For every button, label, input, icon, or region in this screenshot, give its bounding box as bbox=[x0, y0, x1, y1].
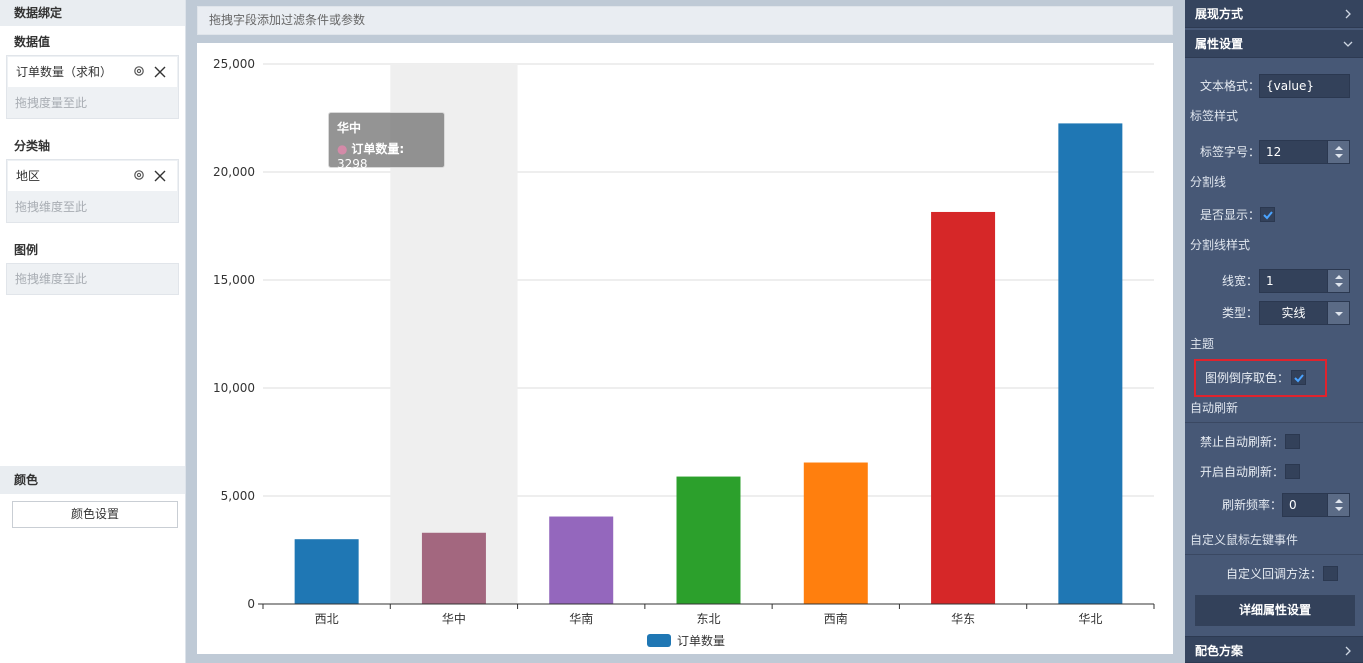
show-split-line-checkbox[interactable] bbox=[1260, 207, 1275, 222]
custom-callback-checkbox[interactable] bbox=[1323, 566, 1338, 581]
category-pill-label: 地区 bbox=[16, 169, 41, 183]
highlight-box bbox=[1194, 359, 1327, 397]
y-tick-label: 20,000 bbox=[213, 165, 255, 179]
gear-icon[interactable] bbox=[133, 169, 145, 181]
y-tick-label: 15,000 bbox=[213, 273, 255, 287]
data-values-title: 数据值 bbox=[14, 35, 51, 49]
chevron-right-icon bbox=[1345, 646, 1351, 656]
legend-swatch[interactable] bbox=[647, 634, 671, 647]
color-scheme-header[interactable]: 配色方案 bbox=[1185, 636, 1363, 663]
data-value-pill[interactable]: 订单数量（求和） bbox=[8, 57, 177, 87]
split-line-group: 分割线 bbox=[1190, 175, 1227, 189]
text-format-input[interactable]: {value} bbox=[1259, 74, 1350, 98]
bar[interactable] bbox=[676, 476, 741, 604]
show-split-line-label: 是否显示： bbox=[1200, 208, 1261, 222]
divider bbox=[1185, 422, 1363, 423]
dimension-drop-zone[interactable]: 拖拽维度至此 bbox=[7, 192, 178, 222]
auto-refresh-group: 自动刷新 bbox=[1190, 401, 1239, 415]
divider bbox=[1185, 554, 1363, 555]
close-icon[interactable] bbox=[153, 65, 167, 79]
display-mode-label: 展现方式 bbox=[1195, 7, 1244, 21]
legend-title: 图例 bbox=[14, 243, 39, 257]
custom-callback-label: 自定义回调方法： bbox=[1226, 567, 1323, 581]
legend-slot[interactable]: 拖拽维度至此 bbox=[6, 263, 179, 295]
enable-auto-refresh-label: 开启自动刷新： bbox=[1200, 465, 1285, 479]
x-tick-label: 西北 bbox=[315, 612, 339, 626]
label-font-size-value: 12 bbox=[1266, 145, 1282, 159]
chart-tooltip: 华中 ● 订单数量: 3298 bbox=[328, 112, 445, 171]
line-width-value: 1 bbox=[1266, 274, 1274, 288]
spinner-icon[interactable] bbox=[1327, 270, 1349, 292]
bar[interactable] bbox=[803, 462, 868, 604]
line-type-value: 实线 bbox=[1281, 306, 1306, 320]
enable-auto-refresh-checkbox[interactable] bbox=[1285, 464, 1300, 479]
tooltip-row: ● 订单数量: 3298 bbox=[337, 140, 436, 171]
display-mode-header[interactable]: 展现方式 bbox=[1185, 0, 1363, 28]
property-settings-header[interactable]: 属性设置 bbox=[1185, 30, 1363, 58]
bar[interactable] bbox=[931, 211, 996, 604]
chart-area: 0 5,000 10,000 15,000 20,000 25,000 西北 华中 华南 东北 西南… bbox=[197, 43, 1173, 654]
y-tick-label: 25,000 bbox=[213, 57, 255, 71]
measure-drop-zone[interactable]: 拖拽度量至此 bbox=[7, 88, 178, 118]
filter-drop-bar[interactable]: 拖拽字段添加过滤条件或参数 bbox=[197, 6, 1173, 35]
label-font-size-label: 标签字号： bbox=[1200, 145, 1261, 159]
y-tick-label: 10,000 bbox=[213, 381, 255, 395]
bar[interactable] bbox=[294, 539, 359, 604]
line-width-stepper[interactable]: 1 bbox=[1259, 269, 1350, 293]
color-settings-button[interactable]: 颜色设置 bbox=[12, 501, 178, 528]
y-tick-label: 0 bbox=[247, 597, 255, 611]
property-panel: 展现方式 属性设置 文本格式： {value} 标签样式 标签字号： 12 分割… bbox=[1185, 0, 1363, 663]
chevron-down-icon bbox=[1343, 41, 1353, 47]
line-type-select[interactable]: 实线 bbox=[1259, 301, 1350, 325]
series-dot-icon: ● bbox=[337, 142, 348, 156]
theme-group: 主题 bbox=[1190, 337, 1215, 351]
spinner-icon[interactable] bbox=[1327, 141, 1349, 163]
y-tick-label: 5,000 bbox=[221, 489, 255, 503]
data-binding-header: 数据绑定 bbox=[0, 0, 185, 26]
property-settings-label: 属性设置 bbox=[1195, 37, 1244, 51]
dropdown-arrow-icon[interactable] bbox=[1327, 302, 1349, 324]
chevron-right-icon bbox=[1345, 9, 1351, 19]
x-tick-label: 华东 bbox=[951, 612, 975, 626]
spinner-icon[interactable] bbox=[1327, 494, 1349, 516]
close-icon[interactable] bbox=[153, 169, 167, 183]
detail-settings-button[interactable]: 详细属性设置 bbox=[1195, 595, 1355, 626]
bar[interactable] bbox=[421, 532, 486, 604]
x-tick-label: 华中 bbox=[442, 611, 466, 626]
refresh-rate-stepper[interactable]: 0 bbox=[1282, 493, 1350, 517]
refresh-rate-label: 刷新频率： bbox=[1222, 498, 1283, 512]
legend-drop-zone[interactable]: 拖拽维度至此 bbox=[7, 264, 178, 294]
gear-icon[interactable] bbox=[133, 65, 145, 77]
data-binding-panel: 数据绑定 数据值 订单数量（求和） 拖拽度量至此 分类轴 地区 拖拽维度至此 图… bbox=[0, 0, 186, 663]
x-tick-label: 东北 bbox=[696, 612, 720, 626]
disable-auto-refresh-label: 禁止自动刷新： bbox=[1200, 435, 1285, 449]
tooltip-sep: : bbox=[399, 142, 405, 156]
tooltip-label: 订单数量 bbox=[351, 142, 400, 156]
text-format-label: 文本格式： bbox=[1200, 79, 1261, 93]
line-width-label: 线宽： bbox=[1222, 274, 1259, 288]
color-scheme-label: 配色方案 bbox=[1195, 644, 1244, 658]
label-font-size-stepper[interactable]: 12 bbox=[1259, 140, 1350, 164]
category-axis-title: 分类轴 bbox=[14, 139, 51, 153]
x-tick-label: 西南 bbox=[824, 611, 848, 626]
check-icon bbox=[1263, 211, 1273, 220]
bar[interactable] bbox=[549, 516, 614, 604]
bar[interactable] bbox=[1058, 123, 1123, 605]
category-axis-slot[interactable]: 地区 拖拽维度至此 bbox=[6, 159, 179, 223]
custom-click-event-group: 自定义鼠标左键事件 bbox=[1190, 533, 1299, 547]
x-tick-label: 华北 bbox=[1078, 612, 1102, 626]
tooltip-value: 3298 bbox=[337, 157, 368, 171]
refresh-rate-value: 0 bbox=[1289, 498, 1297, 512]
split-line-style-group: 分割线样式 bbox=[1190, 238, 1251, 252]
legend-label[interactable]: 订单数量 bbox=[677, 633, 725, 648]
data-values-slot[interactable]: 订单数量（求和） 拖拽度量至此 bbox=[6, 55, 179, 119]
tooltip-title: 华中 bbox=[337, 121, 362, 135]
disable-auto-refresh-checkbox[interactable] bbox=[1285, 434, 1300, 449]
line-type-label: 类型： bbox=[1222, 306, 1259, 320]
x-tick-label: 华南 bbox=[569, 611, 593, 626]
label-style-group: 标签样式 bbox=[1190, 109, 1239, 123]
color-section-title: 颜色 bbox=[0, 466, 185, 494]
category-pill[interactable]: 地区 bbox=[8, 161, 177, 191]
data-value-pill-label: 订单数量（求和） bbox=[16, 65, 113, 79]
